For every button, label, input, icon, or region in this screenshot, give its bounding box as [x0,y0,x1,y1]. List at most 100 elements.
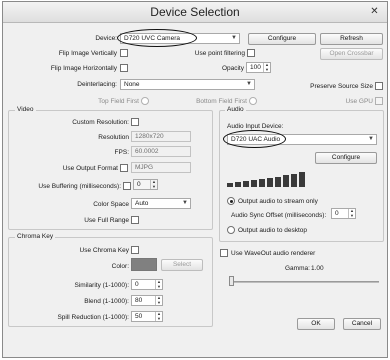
gamma-label: Gamma: [285,265,310,272]
output-audio-stream-label: Output audio to stream only [238,198,318,205]
similarity-value: 0 [135,281,139,288]
blend-stepper[interactable]: 80 ▲ ▼ [131,295,163,306]
color-space-label: Color Space [93,201,129,208]
audio-device-highlight-circle [223,130,286,148]
spill-reduction-value: 50 [135,313,143,320]
buffering-value: 0 [137,181,141,188]
spill-reduction-label: Spill Reduction (1-1000): [57,314,129,321]
similarity-stepper[interactable]: 0 ▲ ▼ [131,279,163,290]
custom-resolution-label: Custom Resolution: [72,119,129,126]
deinterlacing-label: Deinterlacing: [77,81,117,88]
custom-resolution-checkbox[interactable] [131,118,139,126]
audio-meter-bar [259,179,265,187]
gamma-value: 1.00 [311,265,324,272]
color-space-select-value: Auto [135,200,149,207]
use-buffering-label: Use Buffering (milliseconds): [38,183,121,190]
bottom-field-first-label: Bottom Field First [196,98,247,105]
window-title: Device Selection [150,5,240,19]
top-field-first-label: Top Field First [98,98,139,105]
chevron-down-icon: ▼ [231,35,237,41]
use-point-filtering-checkbox[interactable] [247,49,255,57]
audio-sync-offset-label: Audio Sync Offset (milliseconds): [231,212,327,219]
cancel-button[interactable]: Cancel [343,318,381,330]
deinterlacing-select[interactable]: None ▼ [120,79,255,90]
close-icon[interactable]: ✕ [368,5,381,18]
refresh-button[interactable]: Refresh [320,33,383,45]
opacity-value: 100 [250,64,261,71]
deinterlacing-select-value: None [124,81,140,88]
audio-meter-bar [275,177,281,187]
audio-group-title: Audio [225,106,246,114]
bottom-field-first-radio[interactable] [249,97,257,105]
spinner-arrows-icon[interactable]: ▲ ▼ [155,295,162,305]
chroma-key-group-title: Chroma Key [15,233,56,241]
device-label: Device: [95,35,117,42]
use-buffering-checkbox[interactable] [123,182,131,190]
top-field-first-radio[interactable] [141,97,149,105]
output-audio-desktop-radio[interactable] [227,226,235,234]
spinner-arrows-icon[interactable]: ▲ ▼ [348,208,355,218]
buffering-stepper[interactable]: 0 ▲ ▼ [133,179,158,190]
color-label: Color: [111,263,129,270]
flip-horizontal-label: Flip Image Horizontally [50,65,117,72]
use-waveout-checkbox[interactable] [220,249,228,257]
configure-button[interactable]: Configure [248,33,316,45]
spinner-arrows-icon[interactable]: ▲ ▼ [155,279,162,289]
flip-horizontal-checkbox[interactable] [120,64,128,72]
spinner-arrows-icon[interactable]: ▲ ▼ [263,62,270,72]
open-crossbar-button[interactable]: Open Crossbar [320,48,383,60]
flip-vertical-checkbox[interactable] [120,49,128,57]
use-chroma-key-label: Use Chroma Key [79,247,130,254]
audio-meter-bar [267,178,273,187]
audio-sync-offset-value: 0 [335,210,339,217]
output-audio-stream-radio[interactable] [227,197,235,205]
chevron-down-icon: ▼ [368,136,374,142]
chevron-down-icon: ▼ [246,81,252,87]
video-group-title: Video [15,106,36,114]
resolution-select[interactable]: 1280x720 [131,131,191,142]
audio-meter-bar [243,181,249,187]
title-bar: Device Selection ✕ [3,2,387,23]
audio-configure-button[interactable]: Configure [315,152,377,164]
preserve-source-size-checkbox[interactable] [375,82,383,90]
chroma-color-swatch[interactable] [131,258,157,271]
similarity-label: Similarity (1-1000): [74,282,129,289]
use-waveout-label: Use WaveOut audio renderer [231,250,316,257]
audio-meter-bar [227,183,233,187]
use-full-range-checkbox[interactable] [131,216,139,224]
spill-reduction-stepper[interactable]: 50 ▲ ▼ [131,311,163,322]
use-gpu-checkbox[interactable] [375,97,383,105]
gamma-slider-track[interactable] [229,281,379,283]
use-output-format-checkbox[interactable] [120,164,128,172]
output-format-select[interactable]: MJPG [131,162,191,173]
use-full-range-label: Use Full Range [84,217,129,224]
use-output-format-label: Use Output Format [62,165,118,172]
select-color-button[interactable]: Select [161,259,203,271]
resolution-select-value: 1280x720 [135,133,164,140]
audio-meter-bar [235,182,241,187]
audio-meter-bar [299,172,305,187]
use-point-filtering-label: Use point filtering [194,50,245,57]
flip-vertical-label: Flip Image Vertically [58,50,117,57]
blend-label: Blend (1-1000): [84,298,129,305]
use-gpu-label: Use GPU [345,98,373,105]
blend-value: 80 [135,297,143,304]
fps-label: FPS: [114,149,129,156]
spinner-arrows-icon[interactable]: ▲ ▼ [155,311,162,321]
gamma-slider-thumb[interactable] [229,276,234,286]
audio-meter-bar [291,174,297,187]
fps-select[interactable]: 60.0002 [131,146,191,157]
spinner-arrows-icon[interactable]: ▲ ▼ [150,179,157,189]
device-highlight-circle [117,29,197,47]
output-format-select-value: MJPG [135,164,154,171]
audio-sync-offset-stepper[interactable]: 0 ▲ ▼ [331,208,356,219]
audio-meter-bar [283,175,289,187]
opacity-label: Opacity [221,65,244,72]
use-chroma-key-checkbox[interactable] [131,246,139,254]
opacity-stepper[interactable]: 100 ▲ ▼ [246,62,271,73]
ok-button[interactable]: OK [297,318,335,330]
device-selection-dialog: Device Selection ✕ Device: D720 UVC Came… [2,1,388,358]
color-space-select[interactable]: Auto ▼ [131,198,191,209]
resolution-label: Resolution [98,134,129,141]
audio-meter-bar [251,180,257,187]
